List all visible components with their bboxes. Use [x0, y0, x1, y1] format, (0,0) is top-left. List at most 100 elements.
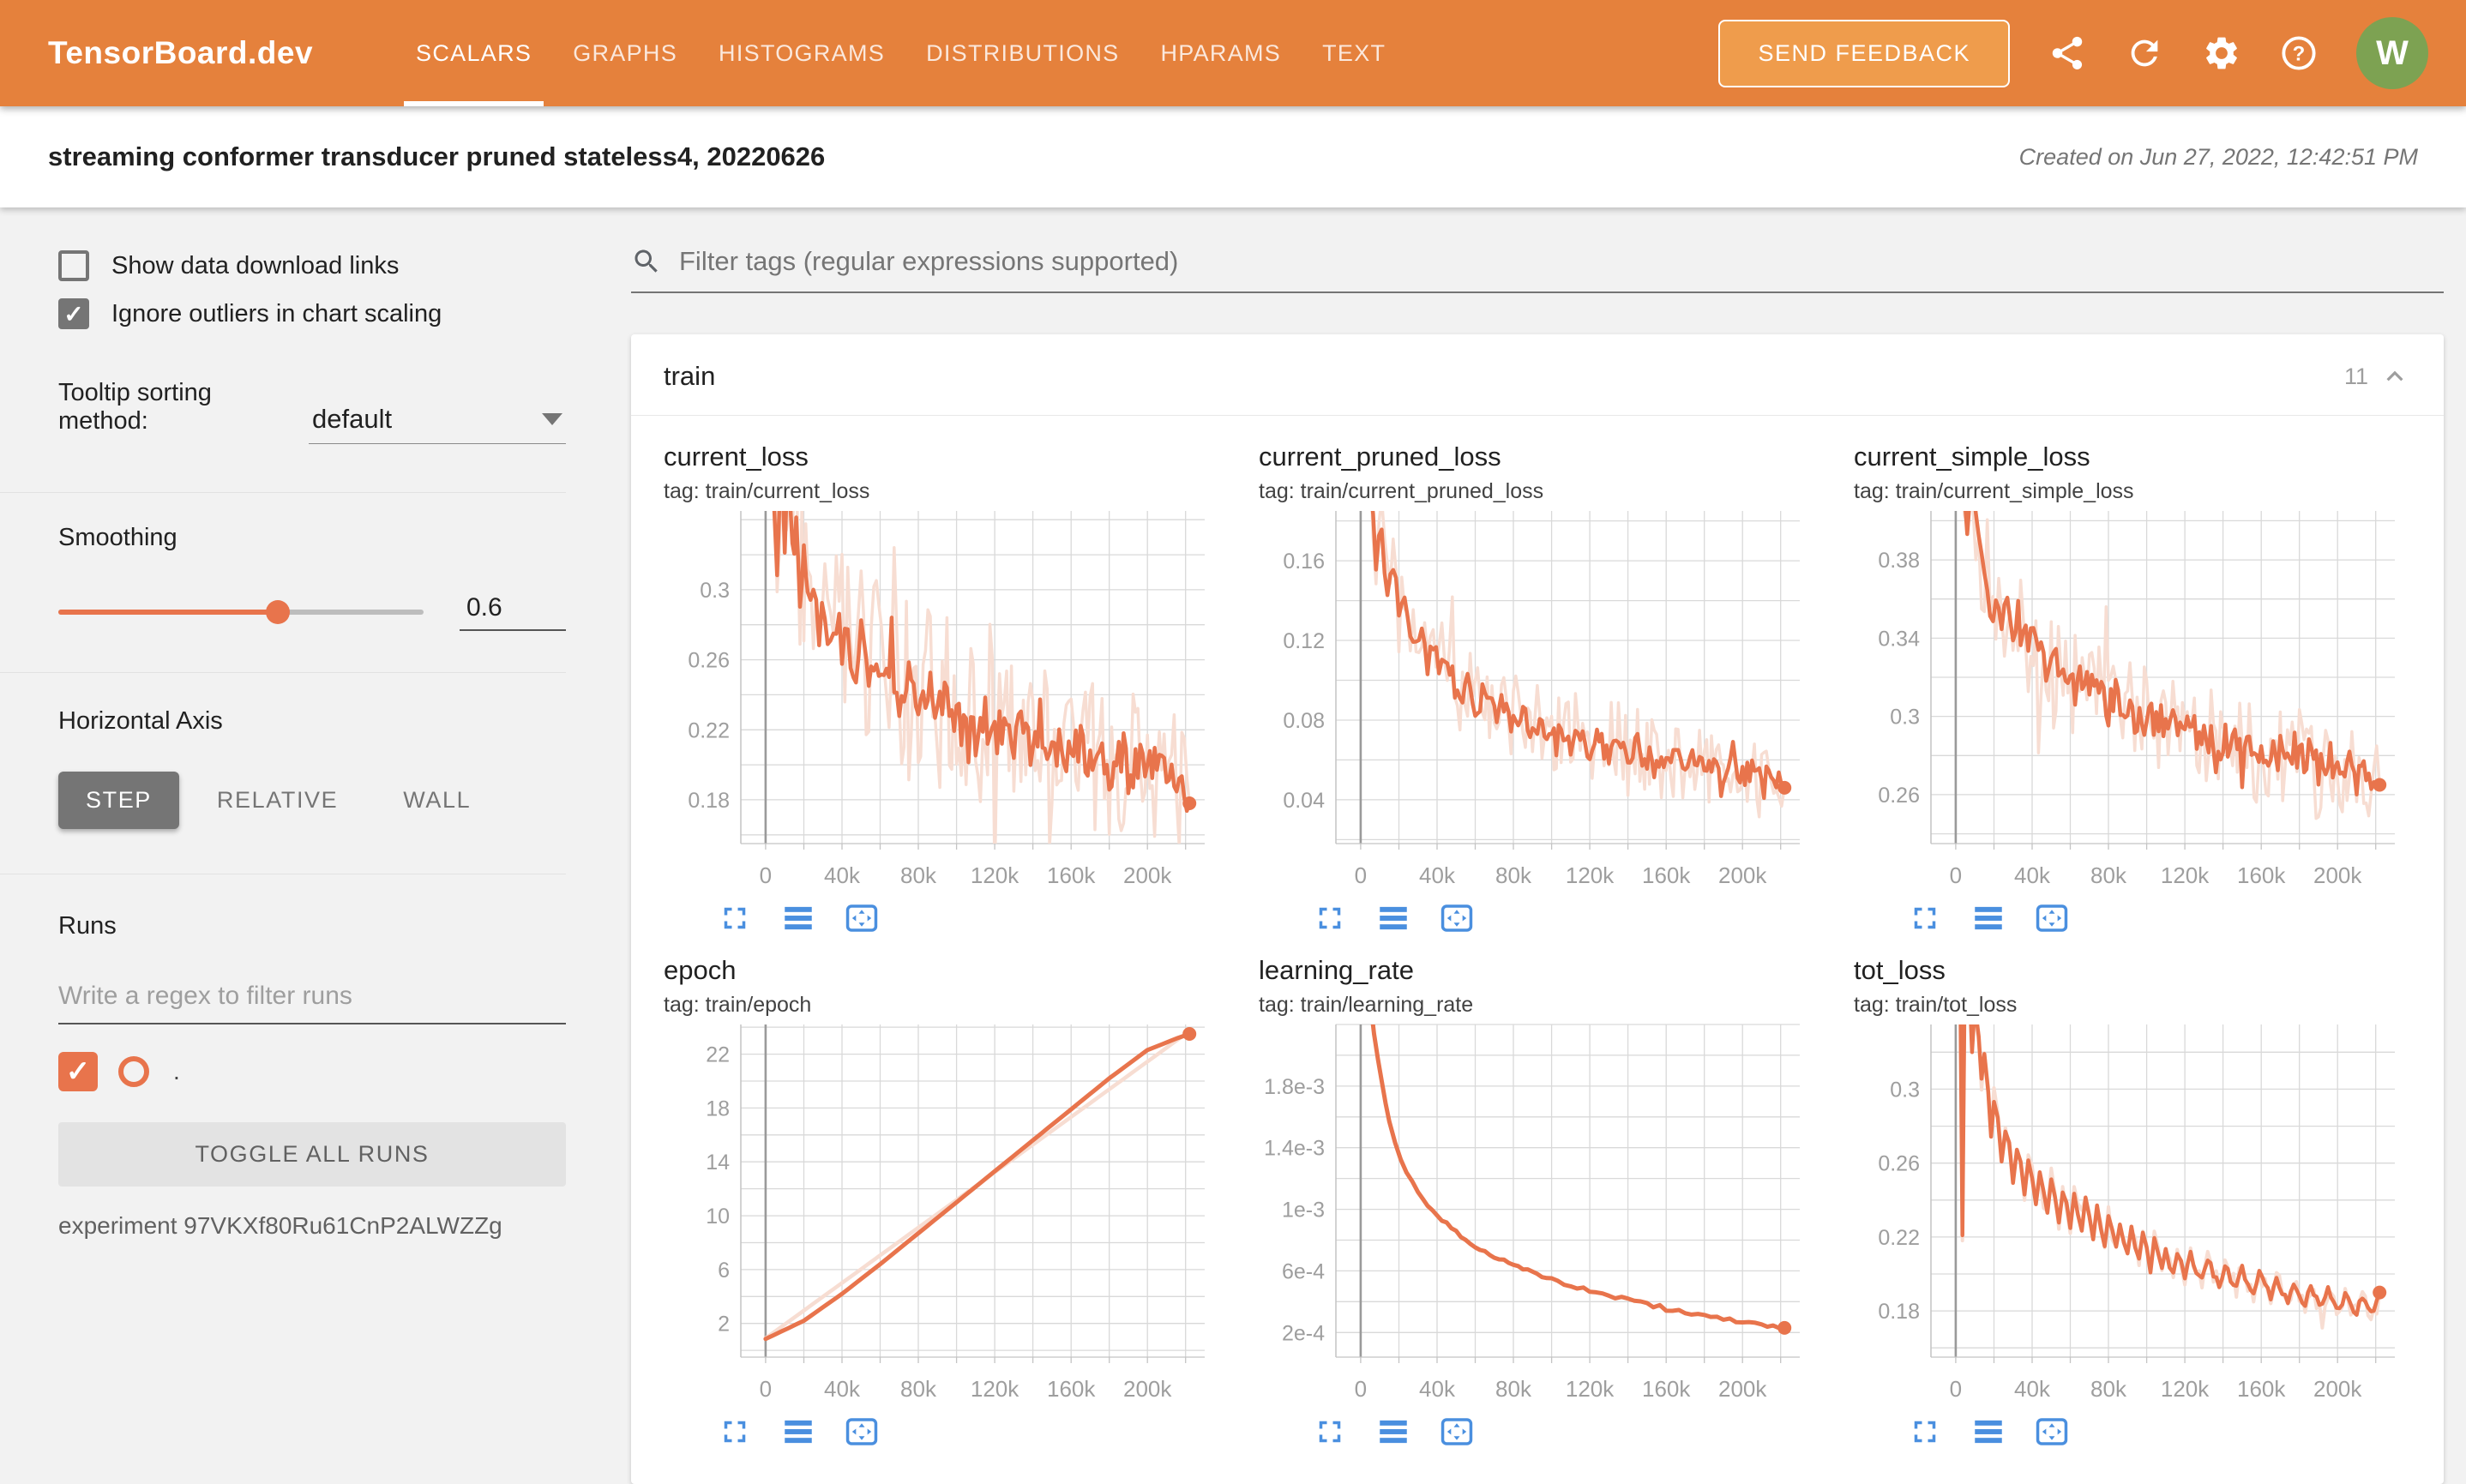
- checkbox-label: Ignore outliers in chart scaling: [111, 300, 442, 328]
- runs-label: Runs: [58, 912, 566, 940]
- app-bar-actions: SEND FEEDBACK ? W: [1718, 0, 2428, 106]
- tab-text[interactable]: TEXT: [1302, 0, 1406, 106]
- horizontal-lines-icon[interactable]: [1375, 1414, 1411, 1450]
- charts-grid: current_loss tag: train/current_loss 0.1…: [631, 416, 2444, 1484]
- chart-title: current_pruned_loss: [1259, 442, 1816, 472]
- expand-card-icon[interactable]: [717, 1414, 753, 1450]
- send-feedback-button[interactable]: SEND FEEDBACK: [1718, 20, 2010, 87]
- run-name: .: [173, 1058, 180, 1085]
- expand-card-icon[interactable]: [1907, 1414, 1943, 1450]
- scalar-chart-card: current_simple_loss tag: train/current_s…: [1854, 442, 2411, 936]
- scalar-chart-card: current_pruned_loss tag: train/current_p…: [1259, 442, 1816, 936]
- fit-domain-icon[interactable]: [844, 900, 880, 936]
- svg-text:0.26: 0.26: [1878, 784, 1920, 808]
- horizontal-lines-icon[interactable]: [1375, 900, 1411, 936]
- tag-filter-bar: [631, 245, 2444, 293]
- fit-domain-icon[interactable]: [1439, 1414, 1475, 1450]
- slider-thumb[interactable]: [266, 600, 290, 624]
- horizontal-lines-icon[interactable]: [780, 900, 816, 936]
- chart-toolbar: [1907, 1414, 2411, 1450]
- svg-text:1.4e-3: 1.4e-3: [1264, 1137, 1325, 1161]
- fit-domain-icon[interactable]: [844, 1414, 880, 1450]
- svg-text:120k: 120k: [1566, 862, 1615, 888]
- axis-step-button[interactable]: STEP: [58, 772, 179, 829]
- horizontal-lines-icon[interactable]: [780, 1414, 816, 1450]
- scalar-chart-card: current_loss tag: train/current_loss 0.1…: [664, 442, 1221, 936]
- ignore-outliers-checkbox[interactable]: ✓ Ignore outliers in chart scaling: [58, 298, 566, 329]
- fit-domain-icon[interactable]: [1439, 900, 1475, 936]
- svg-text:160k: 160k: [1047, 1376, 1096, 1402]
- svg-text:6: 6: [718, 1259, 730, 1283]
- svg-text:40k: 40k: [824, 1376, 861, 1402]
- scalar-line-chart[interactable]: 2610141822040k80k120k160k200k: [664, 1019, 1221, 1407]
- chart-tag: tag: train/tot_loss: [1854, 993, 2411, 1018]
- chart-title: current_loss: [664, 442, 1221, 472]
- expand-card-icon[interactable]: [1312, 900, 1348, 936]
- runs-filter-input[interactable]: [58, 971, 566, 1024]
- app-logo[interactable]: TensorBoard.dev: [48, 35, 313, 71]
- tab-distributions[interactable]: DISTRIBUTIONS: [905, 0, 1140, 106]
- expand-card-icon[interactable]: [1907, 900, 1943, 936]
- tab-scalars[interactable]: SCALARS: [395, 0, 552, 106]
- divider: [0, 672, 566, 673]
- expand-card-icon[interactable]: [717, 900, 753, 936]
- tab-graphs[interactable]: GRAPHS: [552, 0, 698, 106]
- help-icon[interactable]: ?: [2279, 33, 2319, 73]
- svg-text:0.08: 0.08: [1283, 709, 1325, 733]
- settings-icon[interactable]: [2202, 33, 2241, 73]
- scalar-line-chart[interactable]: 0.180.220.260.3040k80k120k160k200k: [1854, 1019, 2411, 1407]
- chart-toolbar: [1312, 1414, 1816, 1450]
- svg-text:200k: 200k: [1718, 1376, 1767, 1402]
- show-download-links-checkbox[interactable]: Show data download links: [58, 250, 566, 281]
- svg-text:80k: 80k: [2090, 862, 2127, 888]
- share-icon[interactable]: [2048, 33, 2087, 73]
- svg-text:40k: 40k: [1419, 862, 1456, 888]
- chart-toolbar: [1312, 900, 1816, 936]
- tag-filter-input[interactable]: [677, 245, 2444, 278]
- svg-text:6e-4: 6e-4: [1282, 1259, 1325, 1283]
- svg-text:0.38: 0.38: [1878, 549, 1920, 573]
- toggle-all-runs-button[interactable]: TOGGLE ALL RUNS: [58, 1122, 566, 1187]
- fit-domain-icon[interactable]: [2034, 1414, 2070, 1450]
- checkbox-unchecked-icon[interactable]: [58, 250, 89, 281]
- search-icon: [631, 246, 662, 277]
- chevron-down-icon: [542, 413, 562, 425]
- horizontal-lines-icon[interactable]: [1970, 1414, 2006, 1450]
- tab-histograms[interactable]: HISTOGRAMS: [698, 0, 905, 106]
- scalar-line-chart[interactable]: 0.180.220.260.3040k80k120k160k200k: [664, 506, 1221, 893]
- svg-text:1.8e-3: 1.8e-3: [1264, 1075, 1325, 1099]
- svg-text:0.16: 0.16: [1283, 550, 1325, 574]
- section-collapse-toggle[interactable]: 11: [2344, 360, 2411, 393]
- refresh-icon[interactable]: [2125, 33, 2164, 73]
- axis-relative-button[interactable]: RELATIVE: [189, 772, 365, 829]
- svg-text:2e-4: 2e-4: [1282, 1321, 1325, 1345]
- chart-tag: tag: train/epoch: [664, 993, 1221, 1018]
- svg-text:200k: 200k: [1718, 862, 1767, 888]
- slider-fill: [58, 610, 278, 615]
- smoothing-slider[interactable]: [58, 610, 424, 615]
- scalar-line-chart[interactable]: 0.040.080.120.16040k80k120k160k200k: [1259, 506, 1816, 893]
- svg-text:120k: 120k: [2161, 1376, 2210, 1402]
- fit-domain-icon[interactable]: [2034, 900, 2070, 936]
- horizontal-lines-icon[interactable]: [1970, 900, 2006, 936]
- scalar-line-chart[interactable]: 2e-46e-41e-31.4e-31.8e-3040k80k120k160k2…: [1259, 1019, 1816, 1407]
- svg-text:0.18: 0.18: [1878, 1300, 1920, 1324]
- chart-toolbar: [717, 900, 1221, 936]
- smoothing-value-input[interactable]: 0.6: [460, 593, 566, 631]
- tab-hparams[interactable]: HPARAMS: [1140, 0, 1302, 106]
- tooltip-sorting-select[interactable]: default: [309, 404, 566, 444]
- axis-wall-button[interactable]: WALL: [376, 772, 498, 829]
- svg-text:40k: 40k: [1419, 1376, 1456, 1402]
- expand-card-icon[interactable]: [1312, 1414, 1348, 1450]
- svg-text:0: 0: [1950, 1376, 1962, 1402]
- run-checkbox-checked-icon[interactable]: ✓: [58, 1052, 98, 1091]
- run-color-swatch-icon[interactable]: [118, 1056, 149, 1087]
- avatar[interactable]: W: [2356, 17, 2428, 89]
- svg-text:0: 0: [760, 862, 772, 888]
- svg-text:0.22: 0.22: [1878, 1226, 1920, 1250]
- checkbox-checked-icon[interactable]: ✓: [58, 298, 89, 329]
- chevron-up-icon[interactable]: [2379, 360, 2411, 393]
- chart-tag: tag: train/learning_rate: [1259, 993, 1816, 1018]
- scalar-line-chart[interactable]: 0.260.30.340.38040k80k120k160k200k: [1854, 506, 2411, 893]
- svg-text:0.3: 0.3: [1890, 1078, 1920, 1102]
